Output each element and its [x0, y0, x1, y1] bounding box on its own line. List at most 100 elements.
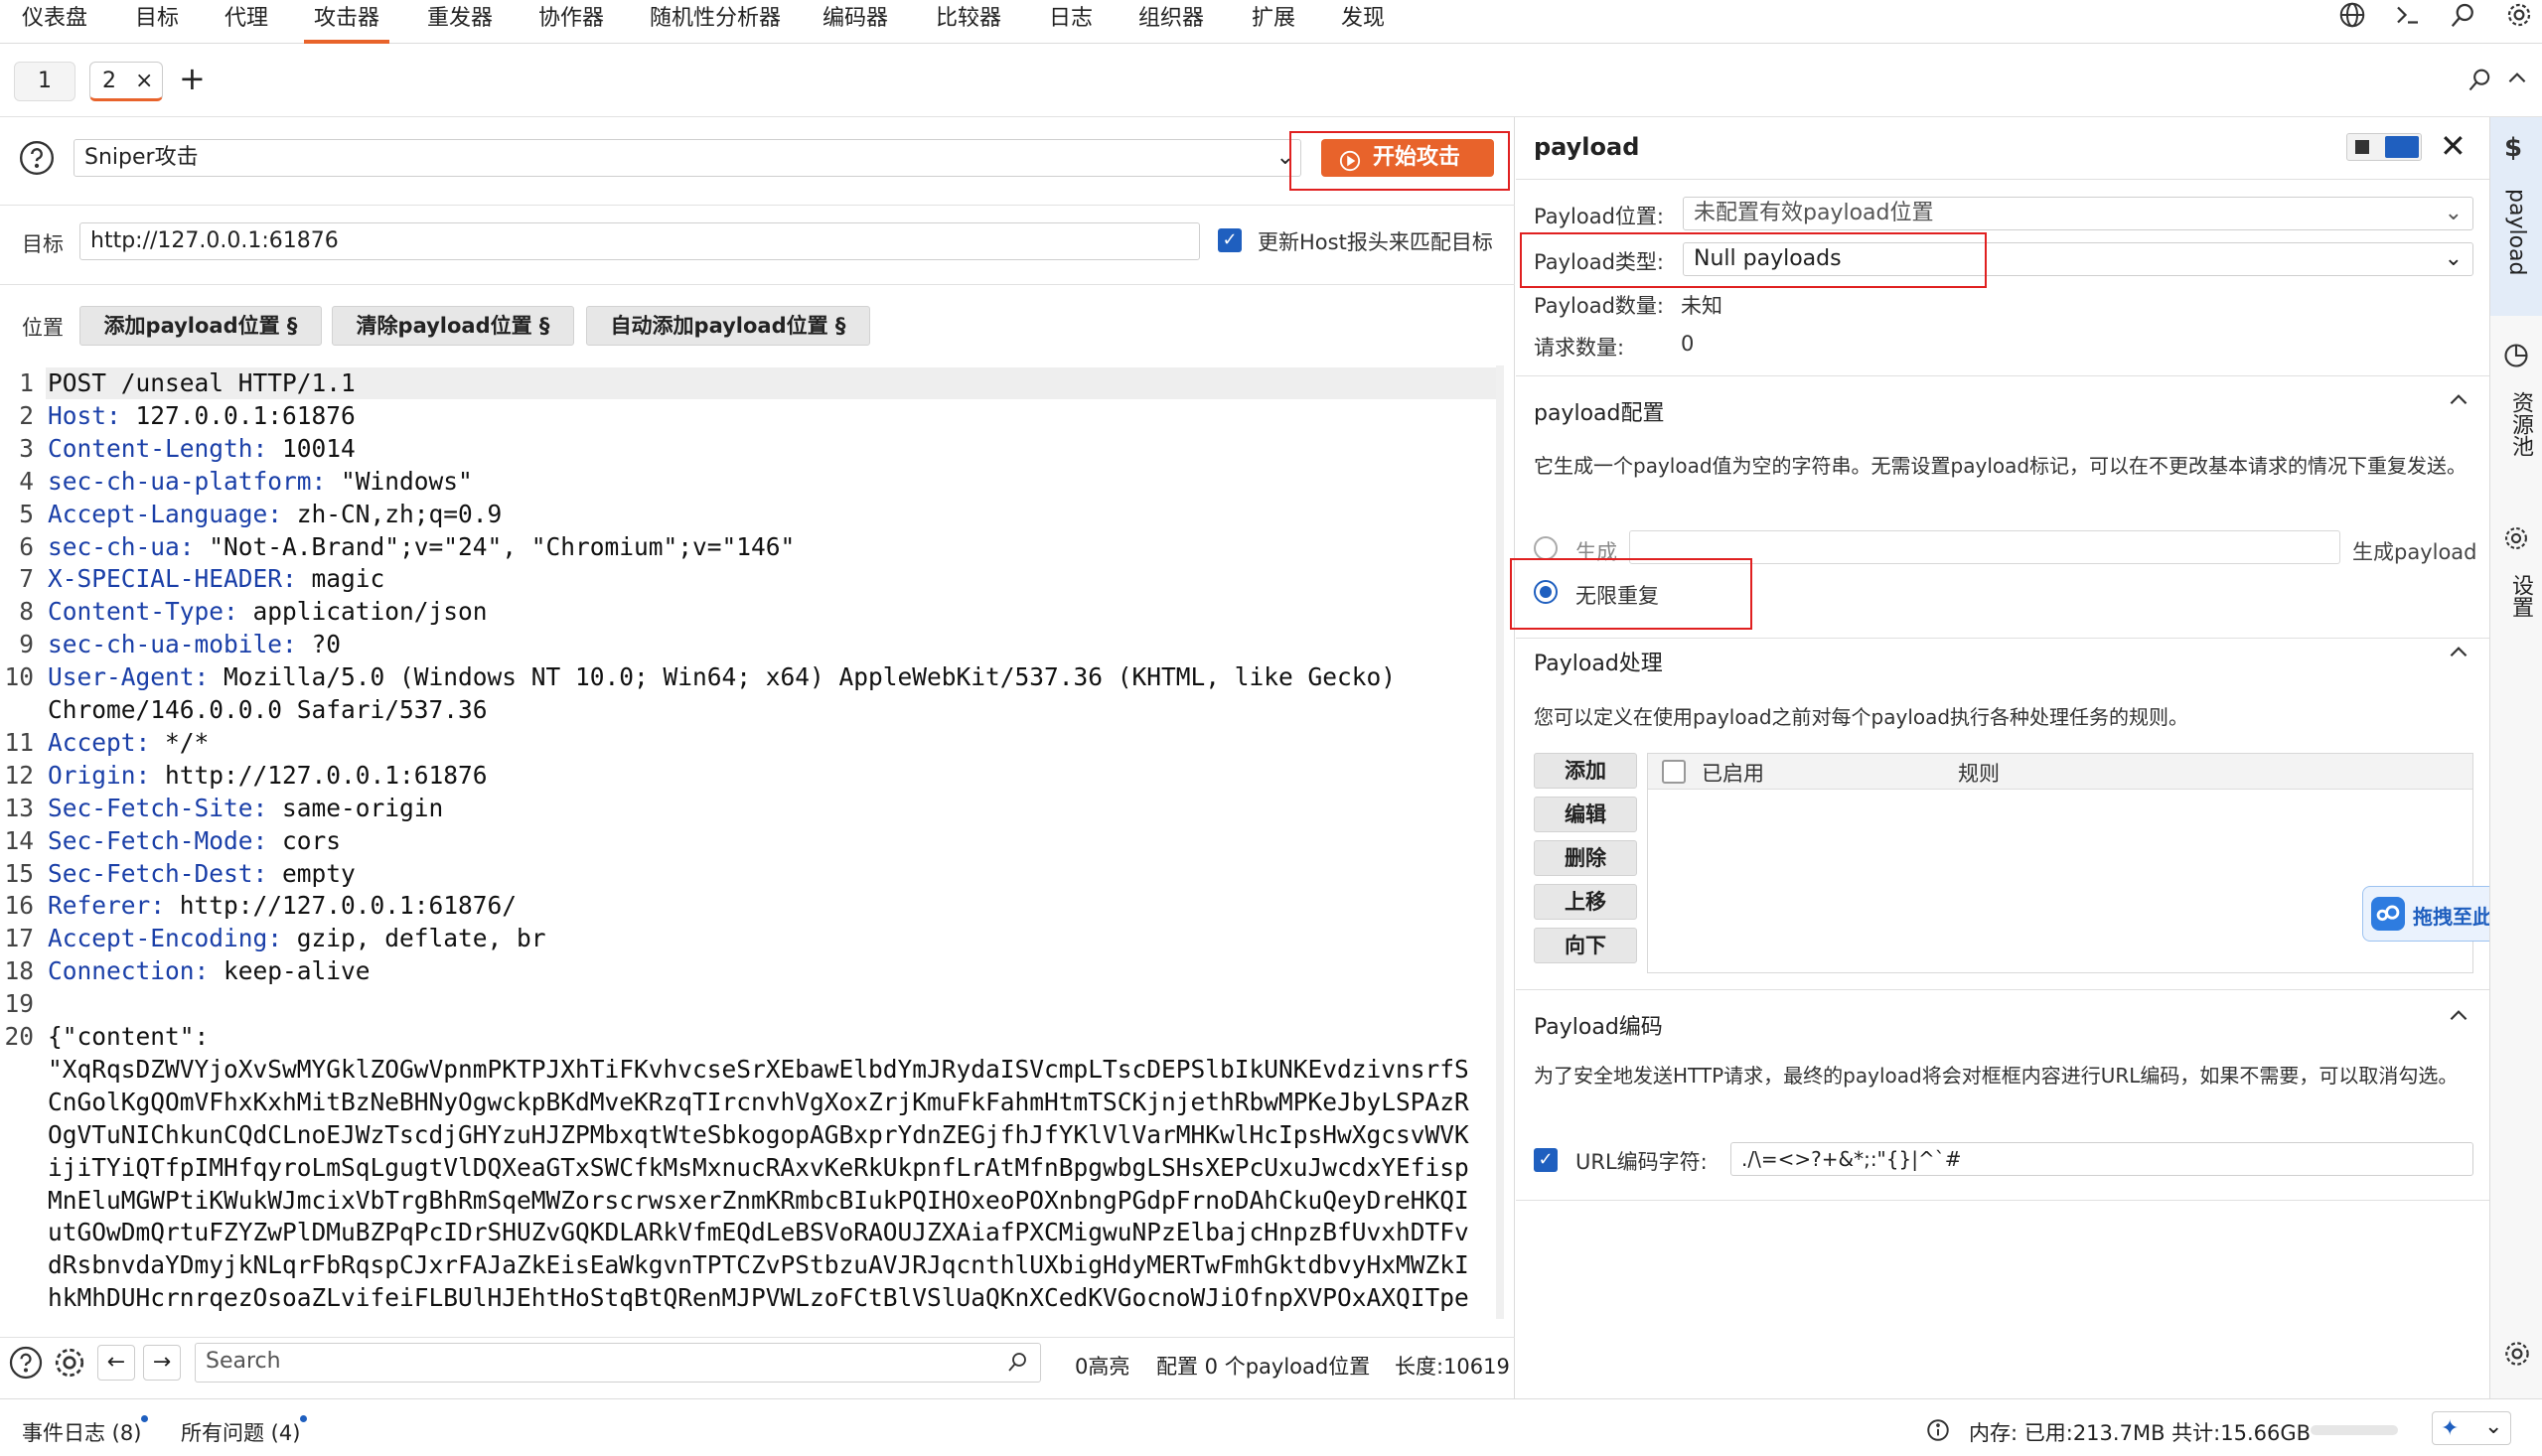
close-icon[interactable]: × — [135, 69, 153, 93]
line-number: 19 — [4, 989, 34, 1019]
chevron-up-icon[interactable] — [2504, 66, 2530, 97]
side-tab-payload[interactable]: $ payload — [2490, 117, 2542, 316]
select-all-checkbox[interactable] — [1662, 760, 1686, 784]
menu-collaborator[interactable]: 协作器 — [528, 0, 614, 44]
button-label: 上移 — [1565, 890, 1606, 914]
event-log-link[interactable]: 事件日志 (8) — [22, 1417, 141, 1447]
button-label: 自动添加payload位置 § — [610, 314, 846, 338]
button-label: 清除payload位置 § — [356, 314, 550, 338]
start-attack-button[interactable]: 开始攻击 — [1321, 139, 1494, 177]
gear-icon[interactable] — [2502, 1339, 2532, 1375]
memory-usage: 内存: 已用:213.7MB 共计:15.66GB — [1969, 1421, 2312, 1445]
rules-table[interactable]: 已启用 规则 — [1647, 753, 2473, 973]
payload-encoding-title: Payload编码 — [1534, 1015, 1663, 1040]
menu-repeater[interactable]: 重发器 — [417, 0, 503, 44]
menu-discover[interactable]: 发现 — [1331, 0, 1395, 44]
add-payload-position-button[interactable]: 添加payload位置 § — [79, 306, 322, 346]
header-key: sec-ch-ua-mobile: — [48, 630, 297, 659]
update-host-checkbox[interactable]: ✓ — [1218, 228, 1242, 252]
attack-type-select[interactable]: Sniper攻击 ⌄ — [74, 139, 1301, 177]
payload-processing-description: 您可以定义在使用payload之前对每个payload执行各种处理任务的规则。 — [1534, 705, 2189, 729]
menu-proxy[interactable]: 代理 — [215, 0, 278, 44]
menu-dashboard[interactable]: 仪表盘 — [12, 0, 97, 44]
info-icon — [1925, 1417, 1951, 1449]
header-value: keep-alive — [209, 956, 371, 986]
tab-2[interactable]: 2 × — [89, 62, 163, 101]
menu-organizer[interactable]: 组织器 — [1128, 0, 1214, 44]
infinite-radio[interactable] — [1534, 580, 1558, 604]
payload-position-select[interactable]: 未配置有效payload位置 ⌄ — [1683, 197, 2473, 230]
line-number: 17 — [4, 924, 34, 953]
ai-assistant-button[interactable]: ✦ ⌄ — [2432, 1411, 2511, 1445]
all-issues-link[interactable]: 所有问题 (4) — [181, 1417, 300, 1447]
side-tab-settings[interactable]: 设置 — [2490, 514, 2542, 753]
layout-vertical-icon — [2385, 136, 2419, 158]
menu-logger[interactable]: 日志 — [1039, 0, 1103, 44]
url-encode-checkbox[interactable]: ✓ — [1534, 1148, 1558, 1172]
divider — [1516, 1200, 2489, 1201]
generate-radio[interactable] — [1534, 536, 1558, 560]
button-label: 添加payload位置 § — [103, 314, 298, 338]
target-url-input[interactable]: http://127.0.0.1:61876 — [79, 222, 1200, 260]
attack-tab-row: 1 2 × + — [0, 44, 2542, 117]
terminal-icon[interactable] — [2393, 0, 2423, 37]
chevron-up-icon[interactable] — [2446, 387, 2471, 419]
help-icon[interactable] — [18, 139, 56, 183]
header-key: sec-ch-ua-platform: — [48, 466, 327, 496]
delete-rule-button[interactable]: 删除 — [1534, 840, 1637, 876]
line-number: 9 — [19, 630, 34, 659]
chevron-up-icon[interactable] — [2446, 640, 2471, 671]
layout-toggle[interactable] — [2346, 133, 2422, 161]
header-key: {"content": — [48, 1022, 210, 1051]
upload-dropzone[interactable]: 拖拽至此上传 — [2362, 886, 2491, 942]
body-line: hkMhDUHcrnrqezOsoaZLvifeiFLBUlHJEhtHoStq… — [48, 1283, 1469, 1313]
menu-target[interactable]: 目标 — [125, 0, 189, 44]
gear-icon[interactable] — [52, 1345, 87, 1386]
clear-payload-position-button[interactable]: 清除payload位置 § — [332, 306, 574, 346]
header-key: Connection: — [48, 956, 210, 986]
arrow-left-icon[interactable]: ← — [97, 1345, 135, 1381]
close-icon[interactable]: ✕ — [2440, 127, 2467, 165]
request-pane: Sniper攻击 ⌄ 开始攻击 目标 http://127.0.0.1:6187… — [0, 117, 1515, 1398]
arrow-right-icon[interactable]: → — [143, 1345, 181, 1381]
search-icon[interactable] — [2467, 66, 2494, 99]
menu-extensions[interactable]: 扩展 — [1242, 0, 1305, 44]
menu-intruder[interactable]: 攻击器 — [304, 0, 390, 44]
start-attack-label: 开始攻击 — [1373, 145, 1461, 170]
editor-scrollbar[interactable] — [1496, 365, 1504, 1319]
add-rule-button[interactable]: 添加 — [1534, 753, 1637, 789]
column-rule: 规则 — [1958, 762, 2000, 786]
line-number: 18 — [4, 956, 34, 986]
sparkle-icon: ✦ — [2441, 1416, 2460, 1441]
payload-encoding-description: 为了安全地发送HTTP请求，最终的payload将会对框框内容进行URL编码，如… — [1534, 1064, 2459, 1088]
request-editor[interactable]: 1 POST /unseal HTTP/1.1 2 Host: 127.0.0.1:6… — [0, 365, 1505, 1319]
payload-count-value: 未知 — [1681, 294, 1722, 318]
move-down-button[interactable]: 向下 — [1534, 928, 1637, 963]
help-icon[interactable] — [8, 1345, 44, 1386]
payload-position-label: Payload位置: — [1534, 205, 1664, 228]
menu-sequencer[interactable]: 随机性分析器 — [640, 0, 791, 44]
line-number: 8 — [19, 597, 34, 627]
auto-payload-position-button[interactable]: 自动添加payload位置 § — [586, 306, 870, 346]
move-up-button[interactable]: 上移 — [1534, 884, 1637, 920]
url-encode-chars-input[interactable]: ./\=<>?+&*;:"{}|^`# — [1730, 1142, 2473, 1176]
request-line: sec-ch-ua: "Not-A.Brand";v="24", "Chromi… — [48, 531, 795, 564]
globe-icon[interactable] — [2337, 0, 2367, 37]
menu-comparer[interactable]: 比较器 — [926, 0, 1011, 44]
attack-type-value: Sniper攻击 — [84, 145, 199, 170]
line-number: 12 — [4, 760, 34, 790]
edit-rule-button[interactable]: 编辑 — [1534, 797, 1637, 832]
add-tab-button[interactable]: + — [179, 60, 206, 97]
line-number: 5 — [19, 499, 34, 528]
menu-decoder[interactable]: 编码器 — [813, 0, 898, 44]
search-icon[interactable] — [2449, 0, 2478, 37]
gear-icon[interactable] — [2504, 0, 2534, 37]
tab-1[interactable]: 1 — [14, 62, 75, 101]
header-value: cors — [267, 825, 342, 855]
line-number: 10 — [4, 662, 34, 692]
search-input[interactable]: Search — [195, 1343, 1041, 1383]
chevron-up-icon[interactable] — [2446, 1003, 2471, 1035]
status-bar: 事件日志 (8) 所有问题 (4) 内存: 已用:213.7MB 共计:15.6… — [0, 1398, 2542, 1456]
header-value: ?0 — [296, 630, 342, 659]
request-line: POST /unseal HTTP/1.1 — [48, 367, 356, 400]
